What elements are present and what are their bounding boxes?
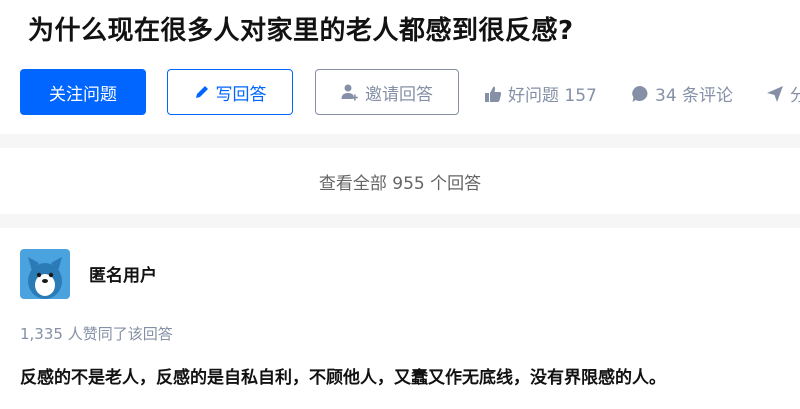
- thumbs-up-icon: [484, 85, 502, 103]
- share-button[interactable]: 分: [766, 81, 800, 106]
- pencil-icon: [194, 84, 210, 100]
- author-name[interactable]: 匿名用户: [89, 261, 157, 286]
- comments-label: 34 条评论: [655, 86, 734, 106]
- answer-content: 反感的不是老人，反感的是自私自利，不顾他人，又蠢又作无底线，没有界限感的人。: [20, 368, 666, 388]
- invite-answer-button[interactable]: 邀请回答: [315, 69, 459, 115]
- vote-count: 1,335 人赞同了该回答: [20, 325, 173, 343]
- good-question-label: 好问题 157: [508, 86, 597, 106]
- view-all-answers-button[interactable]: 查看全部 955 个回答: [0, 148, 800, 214]
- comments-button[interactable]: 34 条评论: [631, 81, 733, 106]
- paper-plane-icon: [766, 85, 784, 103]
- invite-user-icon: [341, 83, 359, 101]
- question-header: 为什么现在很多人对家里的老人都感到很反感? 关注问题 写回答 邀请回答 好问题 …: [0, 0, 800, 134]
- answer-item: 匿名用户 1,335 人赞同了该回答 反感的不是老人，反感的是自私自利，不顾他人…: [0, 228, 800, 409]
- write-answer-button[interactable]: 写回答: [167, 69, 293, 115]
- share-label: 分: [790, 86, 800, 106]
- invite-answer-label: 邀请回答: [365, 84, 433, 105]
- comment-bubble-icon: [631, 85, 649, 103]
- avatar[interactable]: [20, 249, 70, 299]
- follow-question-button[interactable]: 关注问题: [20, 69, 146, 115]
- good-question-button[interactable]: 好问题 157: [484, 81, 597, 106]
- write-answer-label: 写回答: [215, 84, 267, 105]
- question-title: 为什么现在很多人对家里的老人都感到很反感?: [28, 16, 574, 46]
